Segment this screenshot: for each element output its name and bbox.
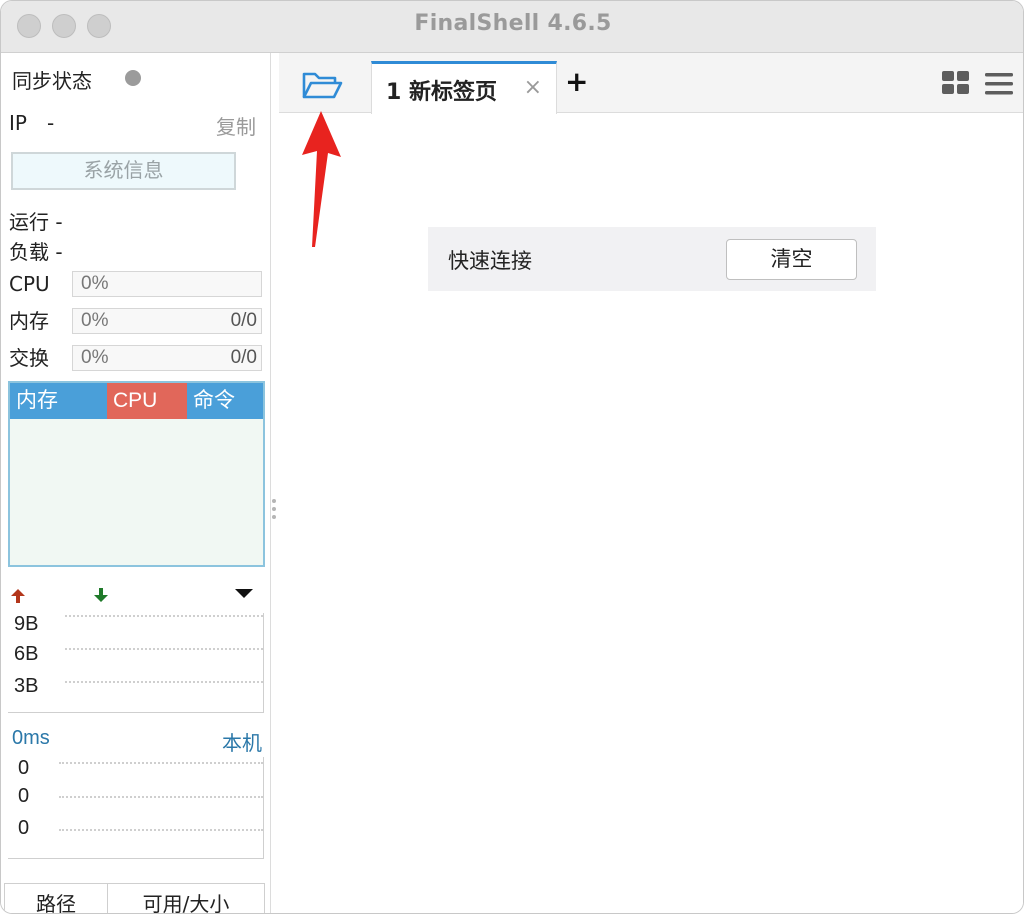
ping-chart-baseline	[8, 858, 264, 859]
network-interface-dropdown[interactable]	[235, 589, 253, 598]
network-tick-label: 6B	[14, 643, 39, 665]
process-table-header: 内存 CPU 命令	[10, 383, 263, 419]
ip-value: -	[47, 111, 55, 135]
memory-meter-label: 内存	[9, 309, 49, 333]
network-chart-baseline	[8, 712, 264, 713]
status-sidebar: 同步状态 IP - 复制 系统信息 运行 - 负载 - CPU 0% 内存 0%…	[1, 53, 271, 913]
ping-tick-label: 0	[18, 817, 30, 839]
ip-label: IP	[9, 111, 27, 135]
network-gridline	[65, 615, 263, 617]
ping-latency: 0ms	[12, 727, 50, 749]
ping-gridline	[59, 829, 263, 831]
network-gridline	[65, 681, 263, 683]
hamburger-menu-icon[interactable]	[985, 72, 1013, 96]
disk-table-header: 路径 可用/大小	[4, 883, 265, 913]
cpu-meter-percent: 0%	[81, 273, 109, 294]
ping-gridline	[59, 762, 263, 764]
swap-meter: 交换 0% 0/0	[9, 344, 264, 372]
cpu-meter-bar: 0%	[72, 271, 262, 297]
sidebar-splitter-handle[interactable]	[271, 499, 279, 523]
disk-path-column[interactable]: 路径	[5, 884, 108, 913]
memory-meter-percent: 0%	[81, 310, 109, 331]
tab-close-icon[interactable]: ×	[524, 75, 542, 100]
quick-connect-label: 快速连接	[448, 249, 532, 273]
process-sort-command[interactable]: 命令	[187, 383, 263, 419]
ping-target[interactable]: 本机	[222, 727, 262, 756]
quick-connect-bar: 快速连接 清空	[428, 227, 876, 291]
network-tick-label: 9B	[14, 613, 39, 635]
network-chart: 9B 6B 3B	[1, 613, 271, 713]
arrow-up-icon	[11, 589, 25, 603]
network-chart-border	[263, 613, 264, 713]
tab-new-tab[interactable]: 1 新标签页 ×	[371, 61, 557, 114]
window-title: FinalShell 4.6.5	[414, 11, 612, 36]
tab-bar: 1 新标签页 × +	[279, 53, 1023, 114]
ping-gridline	[59, 796, 263, 798]
copy-ip-button[interactable]: 复制	[216, 111, 256, 140]
cpu-meter-label: CPU	[9, 272, 50, 296]
load-label: 负载 -	[9, 240, 63, 264]
swap-meter-bar: 0% 0/0	[72, 345, 262, 371]
memory-meter-ratio: 0/0	[230, 310, 257, 331]
process-sort-memory[interactable]: 内存	[10, 383, 107, 419]
ping-tick-label: 0	[18, 757, 30, 779]
tab-label: 1 新标签页	[386, 80, 497, 105]
swap-meter-ratio: 0/0	[230, 347, 257, 368]
title-bar: FinalShell 4.6.5	[1, 1, 1023, 53]
system-info-button[interactable]: 系统信息	[11, 152, 236, 190]
uptime-label: 运行 -	[9, 210, 63, 234]
swap-meter-percent: 0%	[81, 347, 109, 368]
grid-view-icon[interactable]	[941, 70, 971, 96]
swap-meter-label: 交换	[9, 346, 49, 370]
network-tick-label: 3B	[14, 675, 39, 697]
app-window: FinalShell 4.6.5 同步状态 IP - 复制 系统信息 运行 - …	[0, 0, 1024, 914]
memory-meter: 内存 0% 0/0	[9, 307, 264, 335]
clear-button[interactable]: 清空	[726, 239, 857, 280]
disk-size-column[interactable]: 可用/大小	[108, 884, 264, 913]
arrow-down-icon	[94, 588, 108, 602]
memory-meter-bar: 0% 0/0	[72, 308, 262, 334]
folder-open-icon[interactable]	[301, 69, 343, 101]
ping-chart: 0 0 0	[1, 757, 271, 859]
sync-status-indicator	[125, 70, 141, 86]
annotation-arrow-icon	[302, 111, 341, 247]
sync-status-label: 同步状态	[12, 69, 92, 93]
add-tab-button[interactable]: +	[565, 67, 588, 97]
ping-tick-label: 0	[18, 785, 30, 807]
main-area: 1 新标签页 × +	[279, 53, 1023, 913]
network-gridline	[65, 648, 263, 650]
ping-chart-border	[263, 757, 264, 859]
cpu-meter: CPU 0%	[9, 270, 264, 298]
process-sort-cpu[interactable]: CPU	[107, 383, 187, 419]
process-table: 内存 CPU 命令	[8, 381, 265, 567]
